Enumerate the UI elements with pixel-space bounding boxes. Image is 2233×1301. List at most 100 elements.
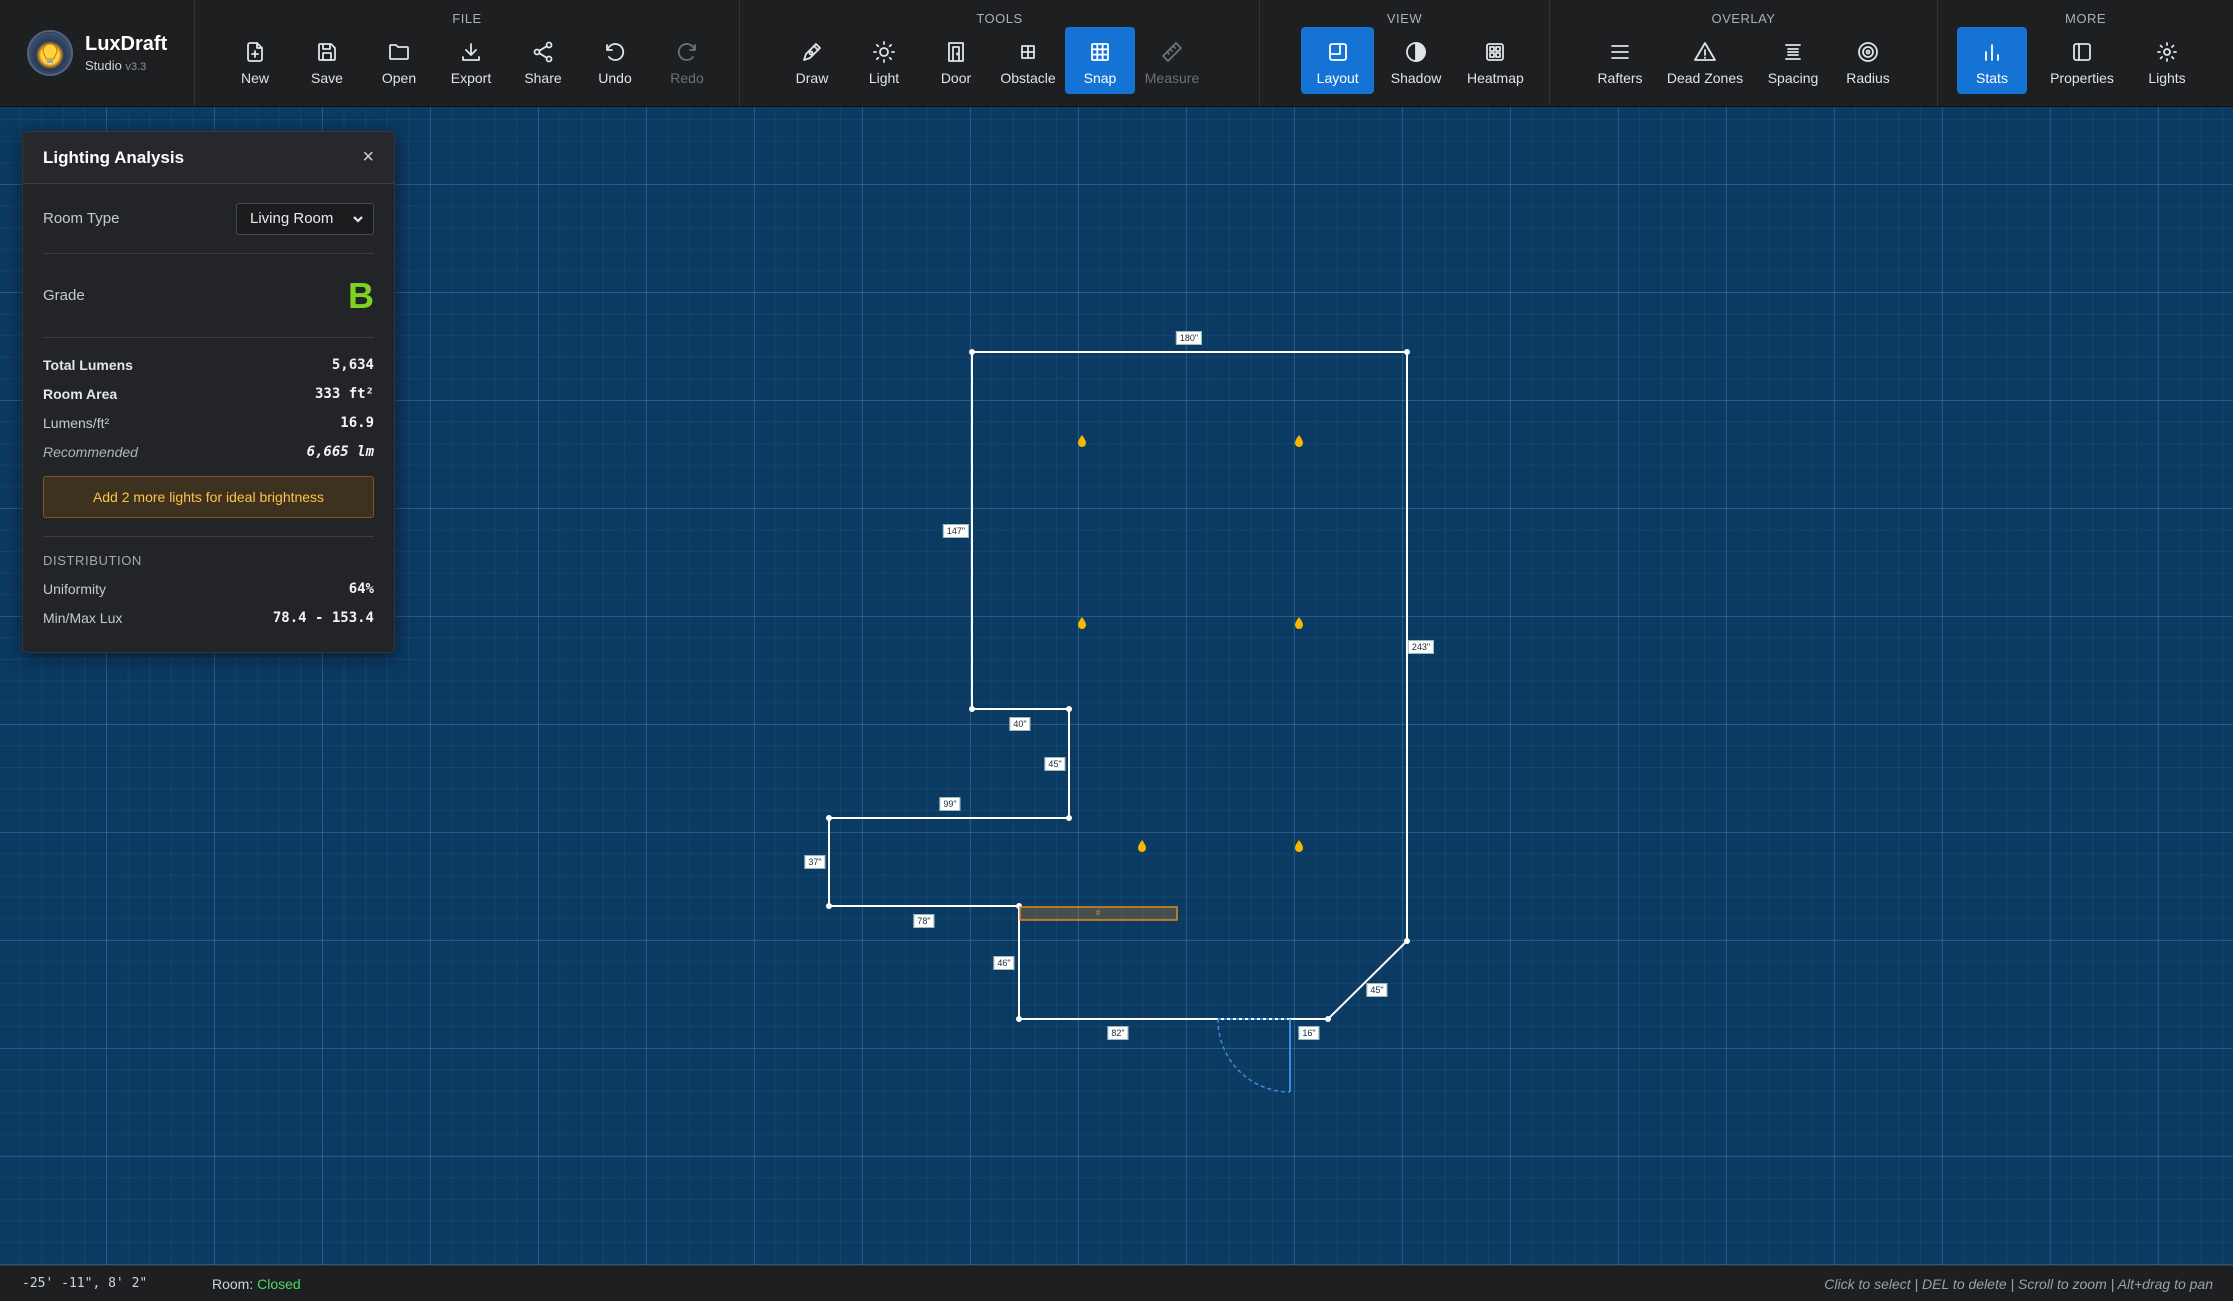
stats-label: Stats xyxy=(1976,70,2008,86)
light-fixture[interactable] xyxy=(1293,616,1305,630)
dimension-label: 82" xyxy=(1107,1026,1129,1040)
dimension-label: 147" xyxy=(942,524,970,538)
share-label: Share xyxy=(524,70,562,86)
dimension-label: 78" xyxy=(913,914,935,928)
stat-key: Min/Max Lux xyxy=(43,609,123,626)
stat-key: Room Area xyxy=(43,385,118,402)
panel-title: Lighting Analysis xyxy=(43,147,185,167)
dimension-label: 40" xyxy=(1009,717,1031,731)
room-status-label: Room: xyxy=(212,1275,254,1292)
lighting-analysis-panel: Lighting Analysis × Room Type Living Roo… xyxy=(22,131,395,653)
save-icon xyxy=(318,43,336,61)
light-fixture[interactable] xyxy=(1076,434,1088,448)
dimension-label: 46" xyxy=(993,956,1015,970)
light-fixture[interactable] xyxy=(1293,839,1305,853)
stat-value: 5,634 xyxy=(331,356,374,373)
obstacle-label: Obstacle xyxy=(1000,70,1056,86)
stat-key: Lumens/ft² xyxy=(43,414,110,431)
lights-icon xyxy=(2157,42,2177,62)
tools-group: TOOLS Draw Light Door Obstacle Snap Meas… xyxy=(740,0,1260,106)
radius-label: Radius xyxy=(1846,70,1890,86)
sun-icon xyxy=(873,41,895,63)
share-button[interactable]: Share xyxy=(508,27,578,94)
luxdraft-logo-icon xyxy=(27,30,73,76)
light-button[interactable]: Light xyxy=(849,27,919,94)
radius-button[interactable]: Radius xyxy=(1833,27,1903,94)
lights-label: Lights xyxy=(2148,70,2186,86)
distribution-section: DISTRIBUTION Uniformity 64% Min/Max Lux … xyxy=(43,536,374,632)
stat-value: 64% xyxy=(348,580,374,597)
status-bar: -25' -11", 8' 2" Room: Closed Click to s… xyxy=(0,1265,2233,1301)
rafters-label: Rafters xyxy=(1597,70,1643,86)
room-type-label: Room Type xyxy=(43,210,120,227)
rafters-button[interactable]: Rafters xyxy=(1585,27,1655,94)
stats-list: Total Lumens 5,634 Room Area 333 ft² Lum… xyxy=(43,338,374,518)
light-fixture[interactable] xyxy=(1076,616,1088,630)
stat-row: Total Lumens 5,634 xyxy=(43,350,374,379)
stat-value: 333 ft² xyxy=(314,385,374,402)
room-type-value: Living Room xyxy=(250,210,334,227)
stat-row: Recommended 6,665 lm xyxy=(43,437,374,466)
chevron-down-icon xyxy=(353,215,363,223)
group-label-view: VIEW xyxy=(1386,11,1423,26)
heatmap-button[interactable]: Heatmap xyxy=(1453,27,1538,94)
folder-icon xyxy=(389,44,409,60)
snap-button[interactable]: Snap xyxy=(1065,27,1135,94)
obstacle-label: # xyxy=(1095,908,1101,918)
layout-button[interactable]: Layout xyxy=(1301,27,1375,94)
spacing-button[interactable]: Spacing xyxy=(1755,27,1831,94)
door[interactable] xyxy=(1217,1018,1291,1093)
dimension-label: 180" xyxy=(1175,331,1203,345)
save-button[interactable]: Save xyxy=(292,27,362,94)
stat-key: Recommended xyxy=(43,443,138,460)
grade-value: B xyxy=(348,274,374,316)
shadow-button[interactable]: Shadow xyxy=(1381,27,1450,94)
open-button[interactable]: Open xyxy=(364,27,434,94)
dimension-label: 45" xyxy=(1044,757,1066,771)
stat-row: Min/Max Lux 78.4 - 153.4 xyxy=(43,603,374,632)
new-button[interactable]: New xyxy=(220,27,290,94)
redo-icon xyxy=(677,43,696,61)
room-type-row: Room Type Living Room xyxy=(43,184,374,254)
open-label: Open xyxy=(381,70,417,86)
heatmap-icon xyxy=(1486,43,1505,61)
warning-icon xyxy=(1694,42,1716,61)
room-status-value: Closed xyxy=(257,1275,301,1292)
group-label-file: FILE xyxy=(452,11,482,26)
door-button[interactable]: Door xyxy=(921,27,991,94)
dead-zones-button[interactable]: Dead Zones xyxy=(1657,27,1753,94)
lights-button[interactable]: Lights xyxy=(2132,27,2202,94)
layout-label: Layout xyxy=(1316,70,1359,86)
app-version: v3.3 xyxy=(125,61,147,73)
shadow-icon xyxy=(1406,42,1426,62)
draw-button[interactable]: Draw xyxy=(777,27,847,94)
app-subtitle: Studio xyxy=(85,58,122,73)
light-fixture[interactable] xyxy=(1136,839,1148,853)
properties-button[interactable]: Properties xyxy=(2034,27,2130,94)
group-label-tools: TOOLS xyxy=(976,11,1023,26)
measure-button[interactable]: Measure xyxy=(1137,27,1207,94)
stats-button[interactable]: Stats xyxy=(1957,27,2027,94)
room-status: Room: Closed xyxy=(212,1276,301,1292)
brand: LuxDraft Studio v3.3 xyxy=(0,0,195,106)
dead-zones-label: Dead Zones xyxy=(1666,70,1744,86)
room-type-select[interactable]: Living Room xyxy=(236,202,374,235)
stat-row: Room Area 333 ft² xyxy=(43,379,374,408)
light-fixture[interactable] xyxy=(1293,434,1305,448)
panel-header: Lighting Analysis × xyxy=(23,132,394,184)
spacing-icon xyxy=(1785,44,1801,60)
stat-value: 6,665 lm xyxy=(306,443,374,460)
grade-row: Grade B xyxy=(43,254,374,338)
toolbar: LuxDraft Studio v3.3 FILE New Save Open … xyxy=(0,0,2233,107)
export-button[interactable]: Export xyxy=(436,27,506,94)
properties-label: Properties xyxy=(2050,70,2114,86)
undo-button[interactable]: Undo xyxy=(580,27,650,94)
group-label-more: MORE xyxy=(2065,11,2106,26)
redo-button[interactable]: Redo xyxy=(652,27,722,94)
close-icon[interactable]: × xyxy=(362,146,374,169)
stat-value: 16.9 xyxy=(340,414,374,431)
cursor-coordinates: -25' -11", 8' 2" xyxy=(22,1276,148,1291)
view-group: VIEW Layout Shadow Heatmap xyxy=(1260,0,1550,106)
obstacle-button[interactable]: Obstacle xyxy=(993,27,1063,94)
spacing-label: Spacing xyxy=(1767,70,1819,86)
